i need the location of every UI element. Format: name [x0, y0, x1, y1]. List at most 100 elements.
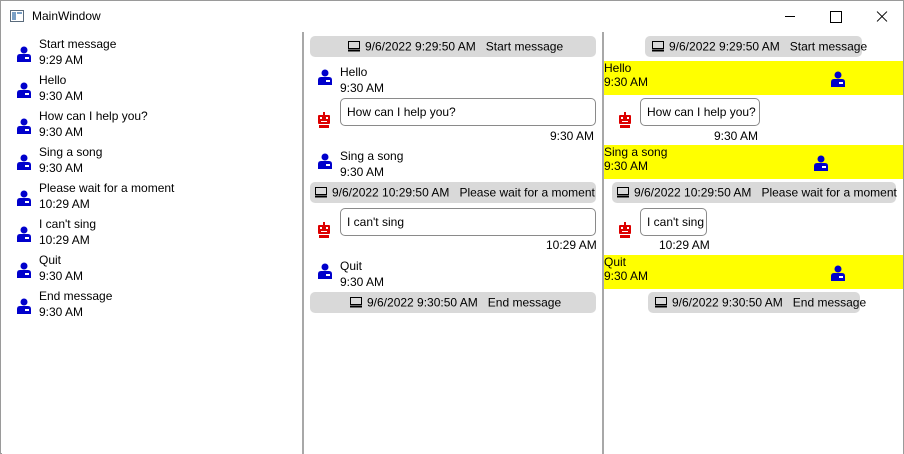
person-icon	[17, 190, 31, 206]
system-text: Start message	[485, 39, 564, 54]
list-item-text: Hello	[39, 73, 67, 87]
person-icon	[17, 154, 31, 170]
message-time: 9:30 AM	[604, 269, 649, 283]
message-time: 9:30 AM	[714, 129, 759, 143]
person-icon	[318, 263, 332, 279]
bot-message-bubble[interactable]: I can't sing	[640, 208, 707, 236]
list-item-text: How can I help you?	[39, 109, 148, 123]
chat-pane: 9/6/2022 9:29:50 AM Start message Hello 9…	[304, 32, 602, 454]
message-time: 9:30 AM	[604, 75, 649, 89]
system-message: 9/6/2022 10:29:50 AM Please wait for a mo…	[310, 182, 596, 203]
list-item[interactable]: How can I help you? 9:30 AM	[2, 108, 292, 142]
list-item[interactable]: I can't sing 10:29 AM	[2, 216, 292, 250]
message-time: 9:30 AM	[340, 165, 385, 179]
user-message[interactable]: Quit 9:30 AM	[604, 255, 903, 289]
list-item[interactable]: Sing a song 9:30 AM	[2, 144, 292, 178]
close-button[interactable]	[859, 1, 904, 32]
user-message[interactable]: Sing a song 9:30 AM	[304, 148, 602, 182]
person-icon	[831, 71, 845, 87]
list-item-text: I can't sing	[39, 217, 96, 231]
message-text: Quit	[604, 255, 627, 269]
system-text: Start message	[789, 39, 868, 54]
message-text: Hello	[340, 65, 368, 79]
message-time: 9:30 AM	[340, 275, 385, 289]
message-text: Quit	[340, 259, 363, 273]
system-datetime: 9/6/2022 10:29:50 AM	[634, 185, 752, 200]
list-item-text: Start message	[39, 37, 117, 51]
list-item-time: 10:29 AM	[39, 197, 90, 211]
system-message: 9/6/2022 9:29:50 AM Start message	[645, 36, 867, 57]
bot-message-bubble[interactable]: How can I help you?	[340, 98, 596, 126]
monitor-icon	[348, 41, 360, 52]
system-text: Please wait for a moment	[459, 185, 595, 200]
list-item-text: Please wait for a moment	[39, 181, 175, 195]
person-icon	[318, 153, 332, 169]
bot-message-bubble[interactable]: How can I help you?	[640, 98, 760, 126]
monitor-icon	[652, 41, 664, 52]
user-message[interactable]: Hello 9:30 AM	[304, 64, 602, 98]
monitor-icon	[350, 297, 362, 308]
robot-icon	[318, 112, 330, 128]
title-bar[interactable]: MainWindow	[1, 1, 903, 32]
message-text: Sing a song	[340, 149, 404, 163]
robot-icon	[619, 112, 631, 128]
maximize-button[interactable]	[813, 1, 859, 32]
system-datetime: 9/6/2022 9:29:50 AM	[365, 39, 476, 54]
system-datetime: 9/6/2022 9:29:50 AM	[669, 39, 780, 54]
minimize-button[interactable]	[767, 1, 813, 32]
person-icon	[17, 46, 31, 62]
system-message: 9/6/2022 9:29:50 AM Start message	[310, 36, 596, 57]
system-datetime: 9/6/2022 10:29:50 AM	[332, 185, 450, 200]
person-icon	[17, 82, 31, 98]
window-icon	[10, 10, 24, 22]
list-item[interactable]: Quit 9:30 AM	[2, 252, 292, 286]
system-datetime: 9/6/2022 9:30:50 AM	[672, 295, 783, 310]
list-item-text: Sing a song	[39, 145, 103, 159]
bot-message-bubble[interactable]: I can't sing	[340, 208, 596, 236]
system-text: Please wait for a moment	[761, 185, 897, 200]
monitor-icon	[617, 187, 629, 198]
user-message[interactable]: Sing a song 9:30 AM	[604, 145, 903, 179]
message-time: 9:30 AM	[550, 129, 595, 143]
message-time: 10:29 AM	[659, 238, 710, 252]
system-message: 9/6/2022 10:29:50 AM Please wait for a mo…	[612, 182, 897, 203]
system-text: End message	[792, 295, 867, 310]
robot-icon	[619, 222, 631, 238]
message-time: 10:29 AM	[546, 238, 597, 252]
system-text: End message	[487, 295, 562, 310]
person-icon	[17, 226, 31, 242]
window-title: MainWindow	[32, 9, 101, 23]
list-item[interactable]: End message 9:30 AM	[2, 288, 292, 322]
list-item-text: End message	[39, 289, 113, 303]
message-text: Hello	[604, 61, 632, 75]
system-message: 9/6/2022 9:30:50 AM End message	[310, 292, 596, 313]
message-text: Sing a song	[604, 145, 668, 159]
list-item-time: 10:29 AM	[39, 233, 90, 247]
list-item-text: Quit	[39, 253, 62, 267]
person-icon	[831, 265, 845, 281]
message-list-pane: Start message 9:29 AM Hello 9:30 AM How …	[2, 32, 302, 454]
list-item-time: 9:30 AM	[39, 305, 84, 319]
message-time: 9:30 AM	[340, 81, 385, 95]
list-item-time: 9:30 AM	[39, 269, 84, 283]
robot-icon	[318, 222, 330, 238]
person-icon	[17, 118, 31, 134]
list-item-time: 9:30 AM	[39, 161, 84, 175]
list-item-time: 9:30 AM	[39, 89, 84, 103]
person-icon	[318, 69, 332, 85]
message-time: 9:30 AM	[604, 159, 649, 173]
list-item-time: 9:30 AM	[39, 125, 84, 139]
user-message[interactable]: Hello 9:30 AM	[604, 61, 903, 95]
main-window: MainWindow Start message 9:29 AM Hello 9…	[0, 0, 904, 454]
person-icon	[814, 155, 828, 171]
system-message: 9/6/2022 9:30:50 AM End message	[648, 292, 866, 313]
list-item[interactable]: Hello 9:30 AM	[2, 72, 292, 106]
person-icon	[17, 298, 31, 314]
user-message[interactable]: Quit 9:30 AM	[304, 258, 602, 292]
system-datetime: 9/6/2022 9:30:50 AM	[367, 295, 478, 310]
monitor-icon	[655, 297, 667, 308]
list-item[interactable]: Please wait for a moment 10:29 AM	[2, 180, 292, 214]
person-icon	[17, 262, 31, 278]
list-item[interactable]: Start message 9:29 AM	[2, 36, 292, 70]
monitor-icon	[315, 187, 327, 198]
